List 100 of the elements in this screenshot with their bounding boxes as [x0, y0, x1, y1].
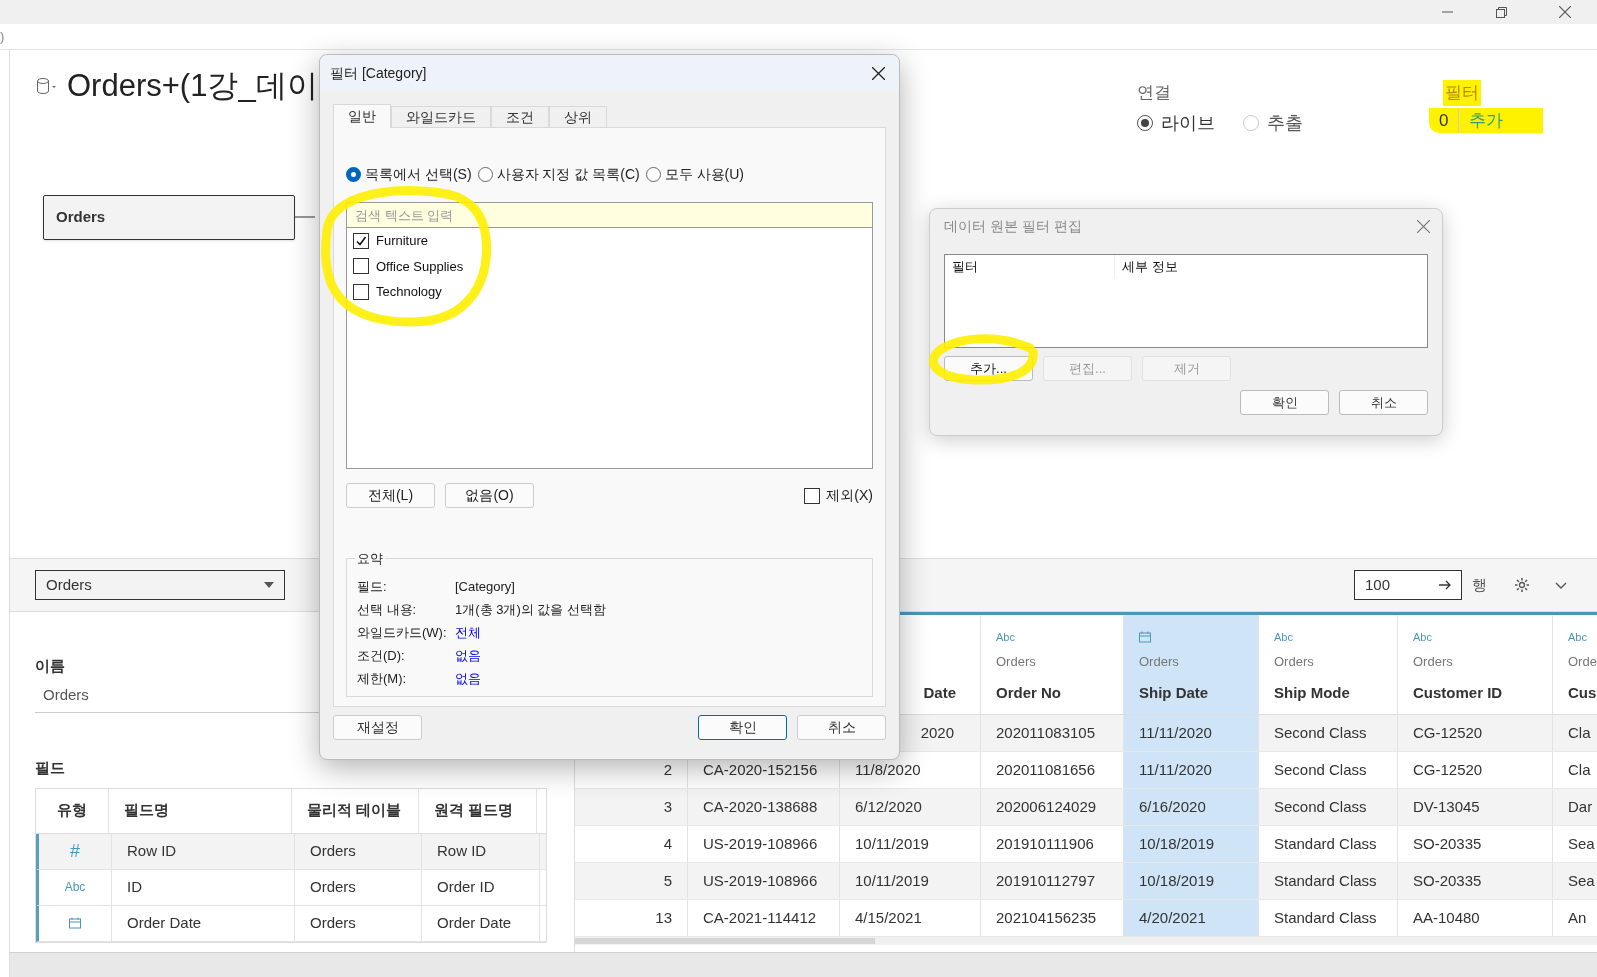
reset-button[interactable]: 재설정 — [333, 715, 422, 740]
table-cell-text: 11/8/2020 — [855, 759, 921, 780]
column-header[interactable]: Ship Mode — [1274, 681, 1382, 704]
tab[interactable]: 상위 — [549, 106, 607, 128]
chevron-down-icon[interactable] — [1555, 581, 1567, 589]
table-cell-text: Cla — [1568, 759, 1591, 780]
checkbox[interactable] — [353, 283, 369, 300]
restore-icon[interactable] — [1496, 6, 1507, 18]
table-cell-text: 202104156235 — [996, 907, 1097, 928]
radio-label: 추출 — [1267, 111, 1303, 135]
database-icon[interactable] — [37, 78, 57, 95]
table-card[interactable]: Orders — [43, 194, 295, 240]
column-header[interactable]: Cus — [1568, 681, 1597, 704]
checkbox-label: 제외(X) — [826, 486, 873, 505]
settings-icon[interactable] — [1514, 577, 1530, 593]
summary-label: 조건(D): — [357, 647, 406, 665]
column-source: Orders — [1413, 653, 1454, 671]
column-header[interactable]: 원격 필드명 — [419, 788, 537, 833]
close-icon[interactable] — [1559, 6, 1571, 18]
table-cell-text: SO-20335 — [1413, 870, 1482, 891]
row-count-field[interactable]: 100 — [1354, 570, 1462, 600]
column-source: Orders — [1139, 653, 1180, 671]
table-dropdown[interactable]: Orders — [35, 570, 285, 600]
column-header[interactable]: Customer ID — [1413, 681, 1537, 704]
tab[interactable]: 와일드카드 — [391, 106, 491, 128]
dialog-title: 필터 [Category] — [330, 63, 427, 83]
dialog-title: 데이터 원본 필터 편집 — [944, 216, 1082, 236]
type-label: Abc — [1413, 631, 1433, 643]
list-button[interactable]: 전체(L) — [346, 483, 435, 508]
data-source-title[interactable]: Orders+(1강_데이 — [67, 70, 318, 101]
type-label: # — [70, 839, 80, 863]
table-cell-text: Second Class — [1274, 722, 1367, 743]
table-cell-text: An — [1568, 907, 1587, 928]
menu-item[interactable]: ) — [0, 30, 5, 43]
field-row[interactable]: Order Date Orders Order Date — [36, 905, 546, 942]
column-header[interactable]: Order No — [996, 681, 1108, 704]
table-cell: Row ID — [112, 833, 295, 869]
type-label: Abc — [1568, 631, 1588, 643]
table-cell-text: SO-20335 — [1413, 833, 1482, 854]
checkbox-label: Technology — [376, 283, 442, 301]
table-cell-text: Second Class — [1274, 796, 1367, 817]
table-cell-text: 10/11/2019 — [855, 870, 929, 891]
close-icon[interactable] — [872, 66, 885, 80]
cancel-button[interactable]: 취소 — [1339, 390, 1428, 415]
column-source: Orders — [1274, 653, 1315, 671]
scrollbar-thumb[interactable] — [575, 938, 875, 944]
summary-value: 1개(총 3개)의 값을 선택함 — [455, 601, 606, 619]
ok-button[interactable]: 확인 — [698, 715, 787, 740]
table-cell-text: US-2019-108966 — [703, 833, 818, 854]
cancel-button[interactable]: 취소 — [797, 715, 886, 740]
column-header[interactable]: Date — [923, 681, 956, 704]
arrow-right-icon[interactable] — [1439, 580, 1451, 590]
ok-button[interactable]: 확인 — [1240, 390, 1329, 415]
checkbox[interactable] — [353, 258, 369, 275]
name-label: 이름 — [35, 656, 65, 676]
table-cell: Orders — [295, 905, 422, 941]
table-cell: Order ID — [422, 869, 540, 905]
table-cell-text: 10/18/2019 — [1139, 870, 1215, 891]
summary-label: 와일드카드(W): — [357, 624, 448, 642]
table-cell-text: 4 — [663, 833, 672, 854]
column-header[interactable]: 필터 — [945, 255, 1115, 279]
field-row[interactable]: # Row ID Orders Row ID — [36, 833, 546, 870]
table-cell-text: 201910111906 — [996, 833, 1094, 854]
table-cell-text: 4/20/2021 — [1139, 907, 1206, 928]
checkbox-label: Furniture — [376, 232, 429, 250]
column-header[interactable]: 물리적 테이블 — [292, 788, 419, 833]
checkbox[interactable] — [804, 487, 821, 504]
table-cell-text: 202011081656 — [996, 759, 1095, 780]
table-cell-text: Sea — [1568, 833, 1595, 854]
table-cell-text: 11/11/2020 — [1139, 722, 1212, 743]
summary-link[interactable]: 없음 — [455, 646, 481, 666]
column-header[interactable]: 세부 정보 — [1115, 255, 1427, 279]
radio-button[interactable] — [346, 167, 361, 182]
column-header[interactable]: 유형 — [36, 788, 109, 833]
calendar-icon — [1139, 631, 1151, 643]
radio-button[interactable] — [477, 167, 493, 182]
table-cell-text: 10/18/2019 — [1139, 833, 1215, 854]
checkbox[interactable] — [353, 232, 369, 249]
table-cell-text: 201910112797 — [996, 870, 1095, 891]
filter-count: 0 — [1439, 107, 1460, 133]
table-cell-text: 3 — [663, 796, 672, 817]
list-button[interactable]: 없음(O) — [445, 483, 534, 508]
table-cell-text: CA-2021-114412 — [703, 907, 817, 928]
field-row[interactable]: Abc ID Orders Order ID — [36, 869, 546, 906]
radio-button[interactable] — [645, 167, 661, 182]
connection-label: 연결 — [1137, 82, 1171, 104]
summary-link[interactable]: 전체 — [455, 623, 481, 643]
search-field[interactable]: 검색 텍스트 입력 — [347, 203, 872, 228]
tab[interactable]: 조건 — [491, 106, 549, 128]
table-cell-text: CA-2020-152156 — [703, 759, 818, 780]
table-cell-text: DV-13045 — [1413, 796, 1480, 817]
table-cell-text: Standard Class — [1274, 870, 1377, 891]
column-header[interactable]: 필드명 — [109, 788, 292, 833]
column-header[interactable]: Ship Date — [1139, 681, 1243, 704]
tab[interactable]: 일반 — [333, 104, 391, 128]
table-cell: Order Date — [422, 905, 540, 941]
table-cell-text: Standard Class — [1274, 907, 1377, 928]
type-label: Abc — [996, 631, 1016, 643]
table-cell: Row ID — [422, 833, 540, 869]
calendar-icon — [69, 917, 81, 929]
